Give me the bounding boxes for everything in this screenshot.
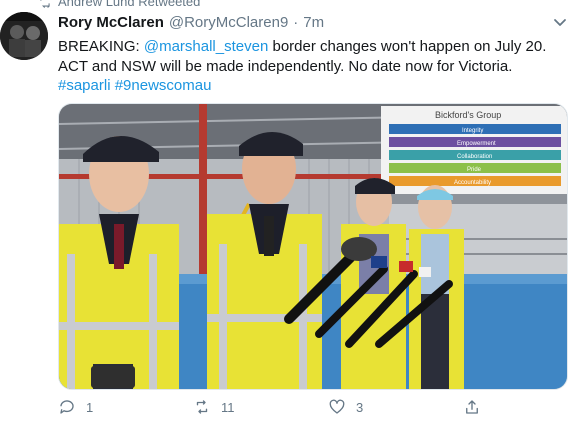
tweet-text: BREAKING: @marshall_steven border change… xyxy=(58,37,568,96)
banner-row-label: Collaboration xyxy=(457,154,492,160)
mention-link[interactable]: @marshall_steven xyxy=(144,38,268,55)
reply-icon xyxy=(60,400,74,414)
share-button[interactable] xyxy=(463,398,491,416)
banner-row-label: Accountability xyxy=(454,180,491,186)
retweet-context[interactable]: Andrew Lund Retweeted xyxy=(38,0,200,9)
tweet-header: Rory McClaren @RoryMcClaren9 · 7m xyxy=(58,14,324,31)
banner-row-label: Pride xyxy=(467,167,482,173)
reply-count: 1 xyxy=(86,399,94,415)
hashtag-link[interactable]: #saparli xyxy=(58,77,111,94)
banner-title: Bickford's Group xyxy=(435,110,501,120)
tweet-actions: 1 11 3 xyxy=(58,398,558,422)
author-handle[interactable]: @RoryMcClaren9 xyxy=(169,14,288,31)
retweet-button[interactable]: 11 xyxy=(193,398,235,416)
avatar[interactable] xyxy=(0,12,48,60)
like-count: 3 xyxy=(356,399,364,415)
retweet-icon xyxy=(196,400,208,414)
chevron-down-icon[interactable] xyxy=(552,16,568,30)
share-icon xyxy=(466,400,478,414)
separator: · xyxy=(293,14,299,31)
banner-row-label: Integrity xyxy=(462,128,483,134)
author-name[interactable]: Rory McClaren xyxy=(58,14,164,31)
retweet-context-label: Andrew Lund Retweeted xyxy=(58,0,201,9)
retweet-count: 11 xyxy=(221,399,235,415)
heart-icon xyxy=(329,399,345,414)
retweet-icon xyxy=(40,0,50,8)
tweet-time[interactable]: 7m xyxy=(303,14,324,31)
tweet-text-part: BREAKING: xyxy=(58,38,144,55)
tweet-image[interactable]: Bickford's Group Integrity Empowerment C… xyxy=(58,103,568,390)
press-conference-photo: Bickford's Group Integrity Empowerment C… xyxy=(59,104,567,389)
banner-row-label: Empowerment xyxy=(457,141,496,147)
reply-button[interactable]: 1 xyxy=(58,398,93,416)
hashtag-link[interactable]: #9newscomau xyxy=(115,77,212,94)
like-button[interactable]: 3 xyxy=(328,398,363,416)
